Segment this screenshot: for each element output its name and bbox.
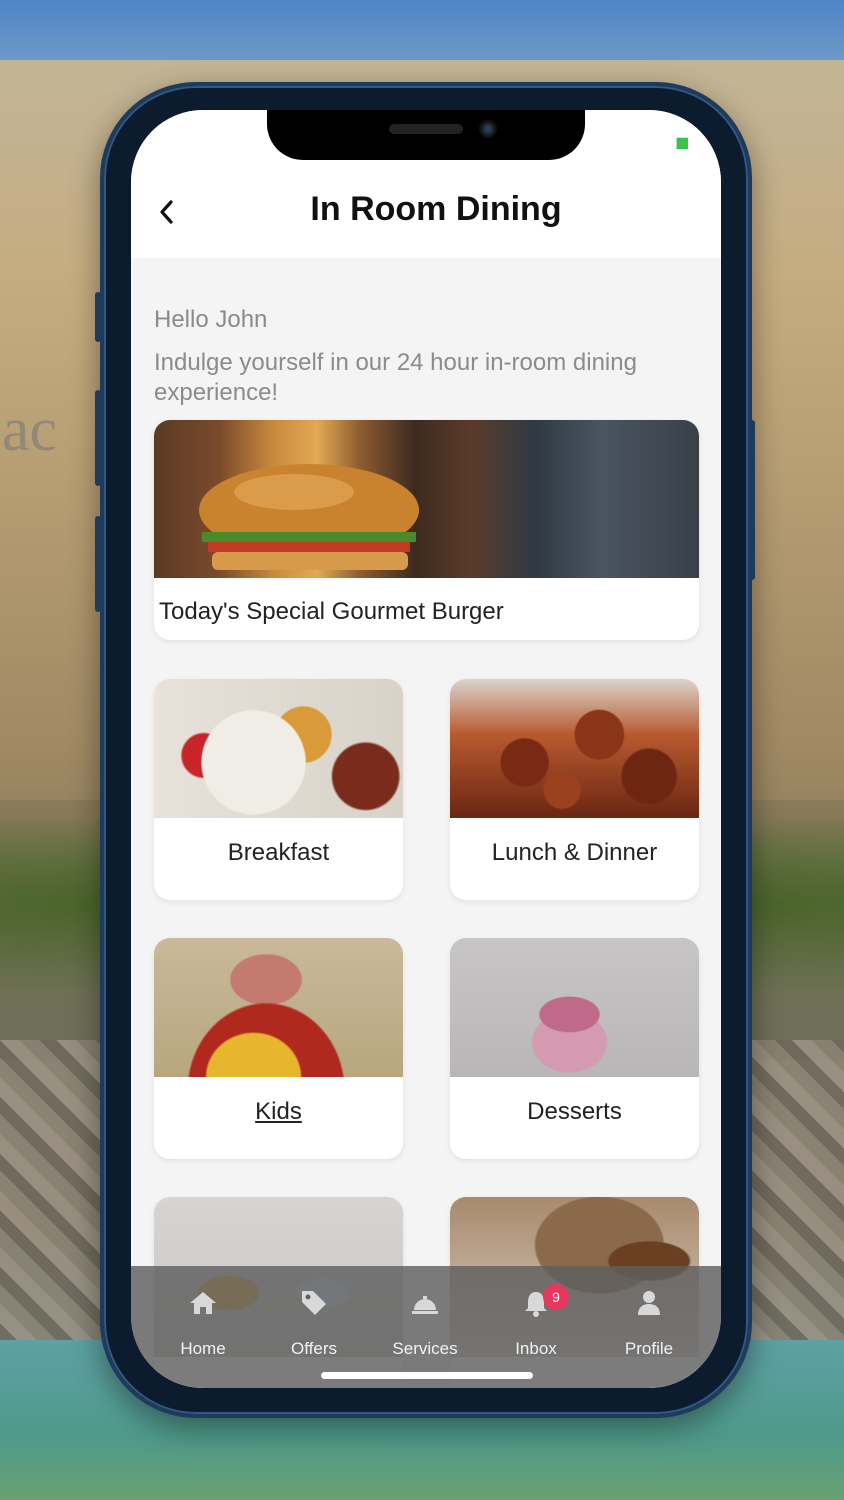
tab-services[interactable]: Services — [370, 1266, 480, 1366]
background-sign-fragment: ac — [2, 396, 58, 464]
category-label-desserts: Desserts — [527, 1098, 622, 1125]
greeting-text: Hello John — [154, 306, 268, 333]
bottom-tab-bar: Home Offers Services 9 Inbox Profile — [131, 1266, 721, 1388]
app-screen: In Room Dining ▮▮ Hello John Indulge you… — [131, 110, 721, 1388]
phone-notch — [267, 110, 585, 160]
phone-volume-down-button — [95, 516, 101, 612]
category-label-kids: Kids — [255, 1098, 302, 1125]
category-label-breakfast: Breakfast — [227, 839, 330, 866]
category-card-breakfast[interactable]: Breakfast — [154, 679, 403, 900]
service-bell-icon — [412, 1296, 438, 1314]
phone-power-button — [749, 420, 755, 580]
breakfast-image — [154, 679, 403, 818]
tab-home[interactable]: Home — [148, 1266, 258, 1366]
kids-image — [154, 938, 403, 1077]
tab-label-services: Services — [392, 1339, 458, 1358]
tab-label-home: Home — [180, 1339, 226, 1358]
inbox-badge: 9 — [543, 1284, 569, 1310]
home-icon — [190, 1292, 216, 1314]
home-indicator[interactable] — [321, 1372, 533, 1379]
burger-illustration — [199, 464, 419, 570]
lunch-dinner-image — [450, 679, 699, 818]
tab-label-profile: Profile — [624, 1339, 674, 1358]
tab-inbox[interactable]: 9 Inbox — [481, 1266, 591, 1366]
featured-special-label: Today's Special Gourmet Burger — [159, 598, 504, 625]
category-card-kids[interactable]: Kids — [154, 938, 403, 1159]
desserts-image — [450, 938, 699, 1077]
tag-icon — [302, 1291, 326, 1315]
user-icon — [638, 1291, 660, 1315]
tab-profile[interactable]: Profile — [594, 1266, 704, 1366]
speaker-grille — [389, 124, 463, 134]
tab-label-inbox: Inbox — [515, 1339, 557, 1358]
featured-special-card[interactable]: Today's Special Gourmet Burger — [154, 420, 699, 640]
intro-message: Indulge yourself in our 24 hour in-room … — [154, 349, 637, 406]
front-camera — [479, 120, 497, 138]
phone-side-button — [95, 292, 101, 342]
tab-label-offers: Offers — [291, 1339, 337, 1358]
battery-icon: ▮▮ — [675, 134, 689, 150]
phone-volume-up-button — [95, 390, 101, 486]
tab-offers[interactable]: Offers — [259, 1266, 369, 1366]
page-title: In Room Dining — [310, 190, 562, 228]
category-card-desserts[interactable]: Desserts — [450, 938, 699, 1159]
category-card-lunch-dinner[interactable]: Lunch & Dinner — [450, 679, 699, 900]
burger-image — [154, 420, 699, 578]
category-label-lunch-dinner: Lunch & Dinner — [491, 839, 658, 866]
